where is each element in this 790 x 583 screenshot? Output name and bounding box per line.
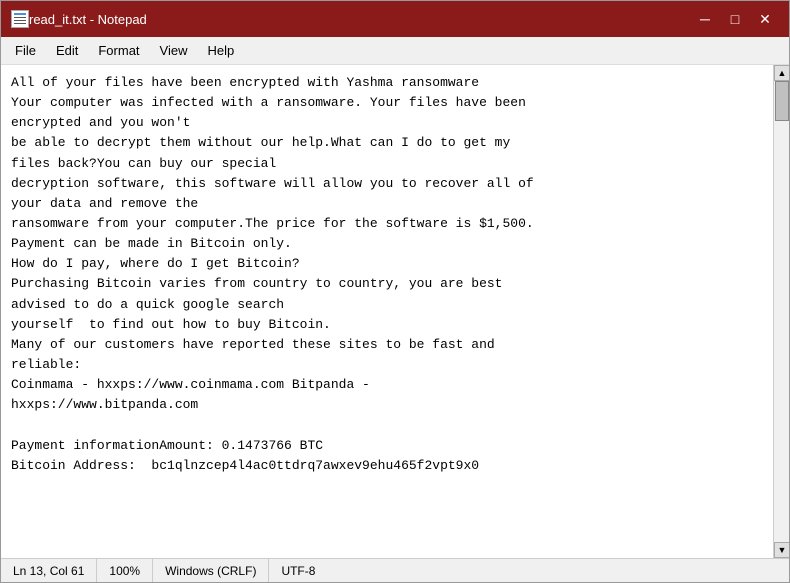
close-button[interactable]: ✕ bbox=[751, 8, 779, 30]
minimize-button[interactable]: ─ bbox=[691, 8, 719, 30]
vertical-scrollbar[interactable]: ▲ ▼ bbox=[773, 65, 789, 558]
app-icon bbox=[11, 10, 29, 28]
status-zoom: 100% bbox=[97, 559, 153, 582]
menu-help[interactable]: Help bbox=[197, 39, 244, 62]
status-line-col: Ln 13, Col 61 bbox=[9, 559, 97, 582]
scroll-down-button[interactable]: ▼ bbox=[774, 542, 789, 558]
menu-format[interactable]: Format bbox=[88, 39, 149, 62]
titlebar: read_it.txt - Notepad ─ □ ✕ bbox=[1, 1, 789, 37]
menu-file[interactable]: File bbox=[5, 39, 46, 62]
menu-view[interactable]: View bbox=[150, 39, 198, 62]
statusbar: Ln 13, Col 61 100% Windows (CRLF) UTF-8 bbox=[1, 558, 789, 582]
text-editor[interactable]: All of your files have been encrypted wi… bbox=[1, 65, 773, 558]
menubar: File Edit Format View Help bbox=[1, 37, 789, 65]
scroll-track[interactable] bbox=[774, 81, 789, 542]
content-area: All of your files have been encrypted wi… bbox=[1, 65, 789, 558]
window-controls: ─ □ ✕ bbox=[691, 8, 779, 30]
menu-edit[interactable]: Edit bbox=[46, 39, 88, 62]
status-line-ending: Windows (CRLF) bbox=[153, 559, 269, 582]
scroll-thumb[interactable] bbox=[775, 81, 789, 121]
window-title: read_it.txt - Notepad bbox=[29, 12, 691, 27]
status-encoding: UTF-8 bbox=[269, 559, 327, 582]
notepad-window: read_it.txt - Notepad ─ □ ✕ File Edit Fo… bbox=[0, 0, 790, 583]
maximize-button[interactable]: □ bbox=[721, 8, 749, 30]
scroll-up-button[interactable]: ▲ bbox=[774, 65, 789, 81]
